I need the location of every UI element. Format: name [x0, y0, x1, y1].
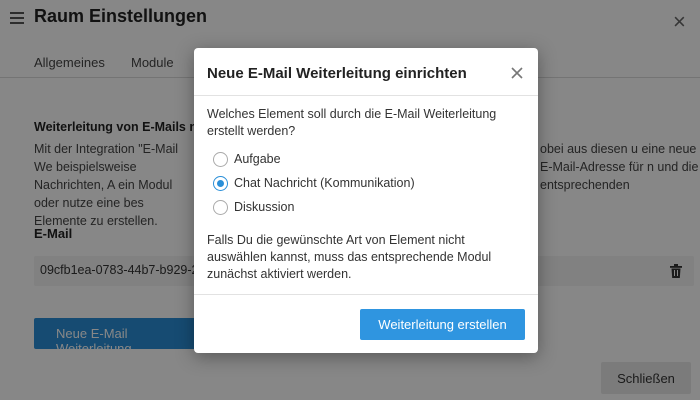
- option-chat-nachricht[interactable]: Chat Nachricht (Kommunikation): [213, 174, 415, 192]
- option-label: Diskussion: [234, 200, 295, 214]
- radio-aufgabe[interactable]: [213, 151, 228, 167]
- option-label: Aufgabe: [234, 152, 281, 166]
- dialog-footer-divider: [194, 294, 538, 295]
- radio-diskussion[interactable]: [213, 199, 228, 215]
- new-forward-dialog: Neue E-Mail Weiterleitung einrichten Wel…: [194, 48, 538, 353]
- dialog-note: Falls Du die gewünschte Art von Element …: [207, 233, 492, 281]
- radio-chat-nachricht[interactable]: [213, 175, 228, 191]
- create-forward-button[interactable]: Weiterleitung erstellen: [360, 309, 525, 340]
- option-label: Chat Nachricht (Kommunikation): [234, 176, 415, 190]
- option-aufgabe[interactable]: Aufgabe: [213, 150, 281, 168]
- dialog-title: Neue E-Mail Weiterleitung einrichten: [207, 65, 467, 82]
- dialog-header-divider: [194, 95, 538, 96]
- option-diskussion[interactable]: Diskussion: [213, 198, 294, 216]
- dialog-question: Welches Element soll durch die E-Mail We…: [207, 107, 497, 138]
- modal-close-icon[interactable]: [510, 66, 524, 80]
